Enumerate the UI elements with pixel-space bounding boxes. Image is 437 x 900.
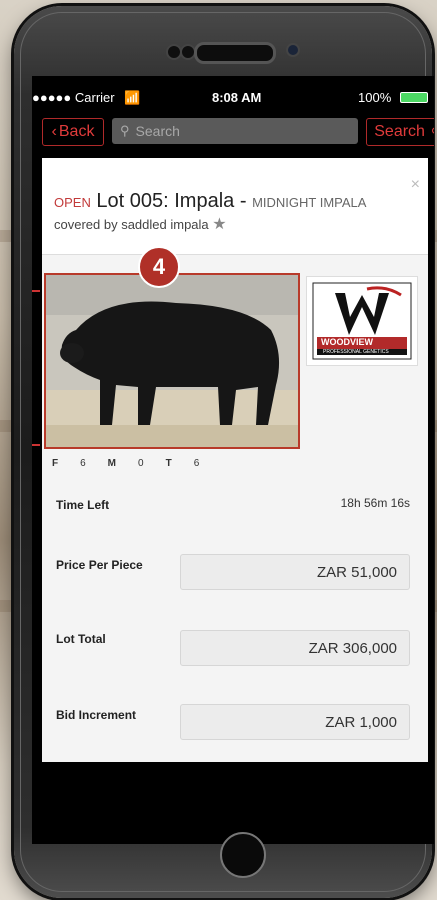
lot-status-badge: OPEN: [54, 195, 91, 210]
favorite-star-icon[interactable]: ★: [212, 216, 226, 233]
close-icon[interactable]: ×: [411, 176, 420, 194]
lot-total-value: ZAR 306,000: [308, 639, 397, 657]
time-left-label: Time Left: [56, 498, 110, 512]
bid-increment-field: ZAR 1,000: [180, 704, 410, 740]
wifi-icon: 📶: [124, 90, 141, 105]
clock-label: 8:08 AM: [212, 90, 262, 105]
battery-icon: [400, 92, 428, 103]
search-button[interactable]: Search ⚲: [366, 118, 434, 146]
search-input[interactable]: [133, 122, 338, 140]
phone-frame: ●●●●● Carrier 📶 8:08 AM 100% ‹ Back ⚲ Se…: [14, 6, 434, 898]
bull-image: [46, 275, 298, 447]
nav-bar: ‹ Back ⚲ Search ⚲: [32, 118, 434, 148]
sex-count-row: F 6 M 0 T 6: [52, 458, 199, 469]
camera-icon: [286, 43, 300, 57]
male-count: 0: [138, 458, 144, 469]
chevron-left-icon: ‹: [51, 123, 57, 140]
home-button[interactable]: [220, 832, 266, 878]
search-button-label: Search: [374, 123, 425, 140]
phone-screen: ●●●●● Carrier 📶 8:08 AM 100% ‹ Back ⚲ Se…: [32, 76, 434, 844]
callout-line: [32, 290, 40, 292]
female-label: F: [52, 458, 59, 469]
back-button[interactable]: ‹ Back: [42, 118, 104, 146]
breeder-logo[interactable]: WOODVIEW PROFESSIONAL GENETICS: [306, 276, 418, 366]
back-button-label: Back: [58, 123, 95, 140]
bid-increment-label: Bid Increment: [56, 708, 137, 722]
search-icon: ⚲: [431, 125, 434, 139]
lot-total-label: Lot Total: [56, 632, 106, 646]
lot-title-text: Lot 005: Impala -: [96, 190, 247, 212]
lot-photo[interactable]: [44, 273, 300, 449]
photo-count-badge: 4: [138, 246, 180, 288]
logo-subtext: PROFESSIONAL GENETICS: [323, 349, 389, 355]
logo-text: WOODVIEW: [321, 337, 373, 347]
total-count: 6: [193, 458, 200, 469]
lot-title: OPEN Lot 005: Impala - MIDNIGHT IMPALA: [54, 190, 366, 213]
bid-increment-value: ZAR 1,000: [325, 713, 397, 731]
search-icon: ⚲: [120, 123, 130, 138]
male-label: M: [107, 458, 117, 469]
status-bar: ●●●●● Carrier 📶 8:08 AM 100%: [32, 76, 434, 118]
speaker-grille: [194, 42, 276, 64]
lot-subtitle: covered by saddled impala ★: [54, 214, 227, 234]
lot-subtitle-text: covered by saddled impala: [54, 217, 209, 232]
time-left-value: 18h 56m 16s: [340, 496, 410, 510]
lot-header: OPEN Lot 005: Impala - MIDNIGHT IMPALA c…: [42, 158, 428, 255]
lot-card: OPEN Lot 005: Impala - MIDNIGHT IMPALA c…: [32, 158, 428, 762]
lot-total-field: ZAR 306,000: [180, 630, 410, 666]
lot-breed: MIDNIGHT IMPALA: [252, 195, 367, 210]
price-per-piece-field: ZAR 51,000: [180, 554, 410, 590]
female-count: 6: [80, 458, 86, 469]
battery-label: 100%: [358, 90, 392, 105]
price-per-piece-label: Price Per Piece: [56, 558, 143, 572]
price-per-piece-value: ZAR 51,000: [316, 563, 397, 581]
search-field[interactable]: ⚲: [112, 118, 358, 144]
callout-line: [32, 444, 40, 446]
total-label: T: [165, 458, 172, 469]
carrier-label: ●●●●● Carrier: [32, 90, 115, 105]
